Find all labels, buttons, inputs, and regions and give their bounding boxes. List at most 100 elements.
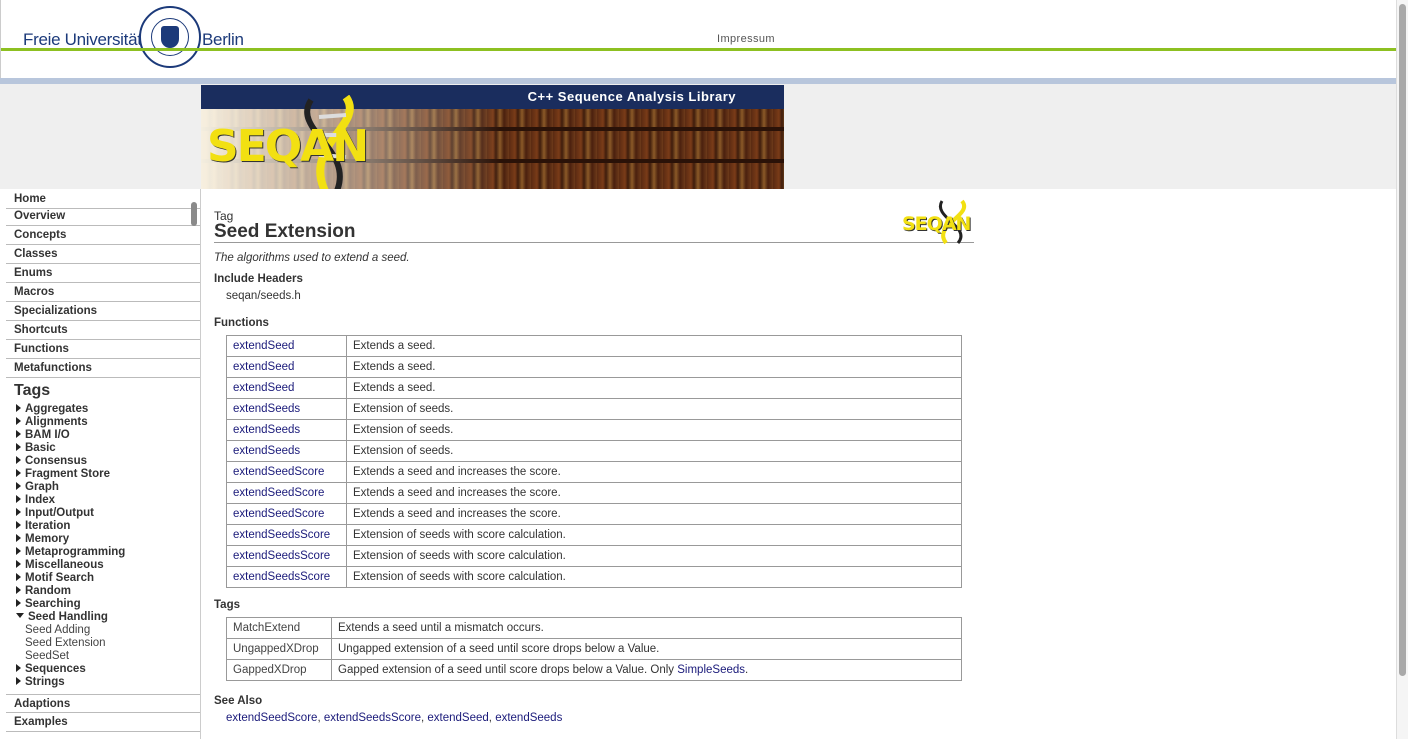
function-description: Extends a seed. xyxy=(346,377,962,399)
function-row: extendSeedsScore Extension of seeds with … xyxy=(226,545,962,567)
seqan-logo: SEQAN xyxy=(207,121,369,172)
nav-item-shortcuts[interactable]: Shortcuts xyxy=(6,321,200,340)
expand-triangle-icon[interactable] xyxy=(16,456,21,464)
seqan-mini-logo: SEQAN xyxy=(902,199,974,245)
function-link[interactable]: extendSeeds xyxy=(233,445,300,457)
tag-item[interactable]: Basic xyxy=(16,442,56,455)
function-link[interactable]: extendSeed xyxy=(233,361,294,373)
function-row: extendSeed Extends a seed. xyxy=(226,335,962,357)
tag-item[interactable]: Strings xyxy=(16,676,65,689)
university-name-left[interactable]: Freie Universität xyxy=(23,30,142,50)
banner-area: C++ Sequence Analysis Library SEQAN xyxy=(0,84,1396,189)
expand-triangle-icon[interactable] xyxy=(16,495,21,503)
see-also-heading: See Also xyxy=(214,695,263,707)
tag-item[interactable]: Graph xyxy=(16,481,59,494)
function-link[interactable]: extendSeeds xyxy=(233,403,300,415)
tag-item[interactable]: Miscellaneous xyxy=(16,559,104,572)
nav-item-enums[interactable]: Enums xyxy=(6,264,200,283)
seqan-banner[interactable]: C++ Sequence Analysis Library SEQAN xyxy=(201,85,784,189)
tag-item[interactable]: Sequences xyxy=(16,663,86,676)
expand-triangle-icon[interactable] xyxy=(16,404,21,412)
expand-triangle-icon[interactable] xyxy=(16,534,21,542)
nav-item-functions[interactable]: Functions xyxy=(6,340,200,359)
function-description: Extends a seed. xyxy=(346,335,962,357)
tag-item[interactable]: Iteration xyxy=(16,520,70,533)
expand-triangle-icon[interactable] xyxy=(16,599,21,607)
sub-item-seed-adding[interactable]: Seed Adding xyxy=(25,624,90,637)
tag-item[interactable]: Alignments xyxy=(16,416,88,429)
expand-triangle-icon[interactable] xyxy=(16,586,21,594)
tag-item[interactable]: Memory xyxy=(16,533,69,546)
university-name-right[interactable]: Berlin xyxy=(202,30,244,50)
tag-name: GappedXDrop xyxy=(226,659,332,681)
collapse-triangle-icon[interactable] xyxy=(16,613,24,618)
tags-table: MatchExtend Extends a seed until a mismat… xyxy=(226,617,962,681)
tag-inline-link[interactable]: SimpleSeeds xyxy=(677,664,745,676)
function-row: extendSeedsScore Extension of seeds with … xyxy=(226,524,962,546)
function-row: extendSeedsScore Extension of seeds with … xyxy=(226,566,962,588)
function-link[interactable]: extendSeed xyxy=(233,382,294,394)
function-link[interactable]: extendSeedScore xyxy=(233,466,324,478)
expand-triangle-icon[interactable] xyxy=(16,677,21,685)
see-also-link[interactable]: extendSeedScore xyxy=(226,712,317,724)
nav-item-examples[interactable]: Examples xyxy=(6,713,200,732)
expand-triangle-icon[interactable] xyxy=(16,469,21,477)
tag-item[interactable]: Searching xyxy=(16,598,81,611)
expand-triangle-icon[interactable] xyxy=(16,443,21,451)
expand-triangle-icon[interactable] xyxy=(16,508,21,516)
function-description: Extension of seeds. xyxy=(346,398,962,420)
expand-triangle-icon[interactable] xyxy=(16,560,21,568)
sub-item-seed-extension[interactable]: Seed Extension xyxy=(25,637,106,650)
tag-item[interactable]: Motif Search xyxy=(16,572,94,585)
function-description: Extends a seed and increases the score. xyxy=(346,461,962,483)
function-link[interactable]: extendSeed xyxy=(233,340,294,352)
main-content: Tag Seed Extension SEQAN The algorithms … xyxy=(214,189,974,739)
tag-item-seed-handling[interactable]: Seed Handling xyxy=(16,611,108,624)
see-also-link[interactable]: extendSeeds xyxy=(495,712,562,724)
see-also-link[interactable]: extendSeedsScore xyxy=(324,712,421,724)
function-link[interactable]: extendSeeds xyxy=(233,424,300,436)
nav-item-macros[interactable]: Macros xyxy=(6,283,200,302)
function-link[interactable]: extendSeedScore xyxy=(233,508,324,520)
tag-item[interactable]: Input/Output xyxy=(16,507,94,520)
function-description: Extension of seeds with score calculatio… xyxy=(346,524,962,546)
header-divider xyxy=(1,48,1397,51)
see-also-links: extendSeedScore, extendSeedsScore, exten… xyxy=(226,712,563,724)
expand-triangle-icon[interactable] xyxy=(16,664,21,672)
see-also-link[interactable]: extendSeed xyxy=(427,712,488,724)
expand-triangle-icon[interactable] xyxy=(16,482,21,490)
nav-item-adaptions[interactable]: Adaptions xyxy=(6,694,200,713)
tag-item[interactable]: BAM I/O xyxy=(16,429,70,442)
nav-item-classes[interactable]: Classes xyxy=(6,245,200,264)
function-description: Extension of seeds with score calculatio… xyxy=(346,545,962,567)
nav-item-specializations[interactable]: Specializations xyxy=(6,302,200,321)
tag-item[interactable]: Consensus xyxy=(16,455,87,468)
nav-item-concepts[interactable]: Concepts xyxy=(6,226,200,245)
function-row: extendSeedScore Extends a seed and increa… xyxy=(226,482,962,504)
expand-triangle-icon[interactable] xyxy=(16,430,21,438)
expand-triangle-icon[interactable] xyxy=(16,521,21,529)
function-description: Extension of seeds. xyxy=(346,419,962,441)
window-scrollbar[interactable] xyxy=(1396,0,1408,739)
function-link[interactable]: extendSeedsScore xyxy=(233,529,330,541)
impressum-link[interactable]: Impressum xyxy=(717,33,775,45)
tag-item[interactable]: Aggregates xyxy=(16,403,88,416)
tag-item[interactable]: Index xyxy=(16,494,55,507)
function-link[interactable]: extendSeedsScore xyxy=(233,571,330,583)
expand-triangle-icon[interactable] xyxy=(16,417,21,425)
window-scrollbar-thumb[interactable] xyxy=(1399,4,1406,676)
tag-item[interactable]: Fragment Store xyxy=(16,468,110,481)
functions-heading: Functions xyxy=(214,317,269,329)
function-link[interactable]: extendSeedsScore xyxy=(233,550,330,562)
function-link[interactable]: extendSeedScore xyxy=(233,487,324,499)
nav-item-metafunctions[interactable]: Metafunctions xyxy=(6,359,200,378)
tags-section-heading: Tags xyxy=(214,599,240,611)
university-seal-icon[interactable] xyxy=(139,6,201,68)
expand-triangle-icon[interactable] xyxy=(16,547,21,555)
expand-triangle-icon[interactable] xyxy=(16,573,21,581)
sub-item-seedset[interactable]: SeedSet xyxy=(25,650,69,663)
tag-item[interactable]: Random xyxy=(16,585,71,598)
tag-item[interactable]: Metaprogramming xyxy=(16,546,125,559)
nav-item-overview[interactable]: Overview xyxy=(6,207,200,226)
sidebar-scrollbar[interactable] xyxy=(191,202,197,226)
